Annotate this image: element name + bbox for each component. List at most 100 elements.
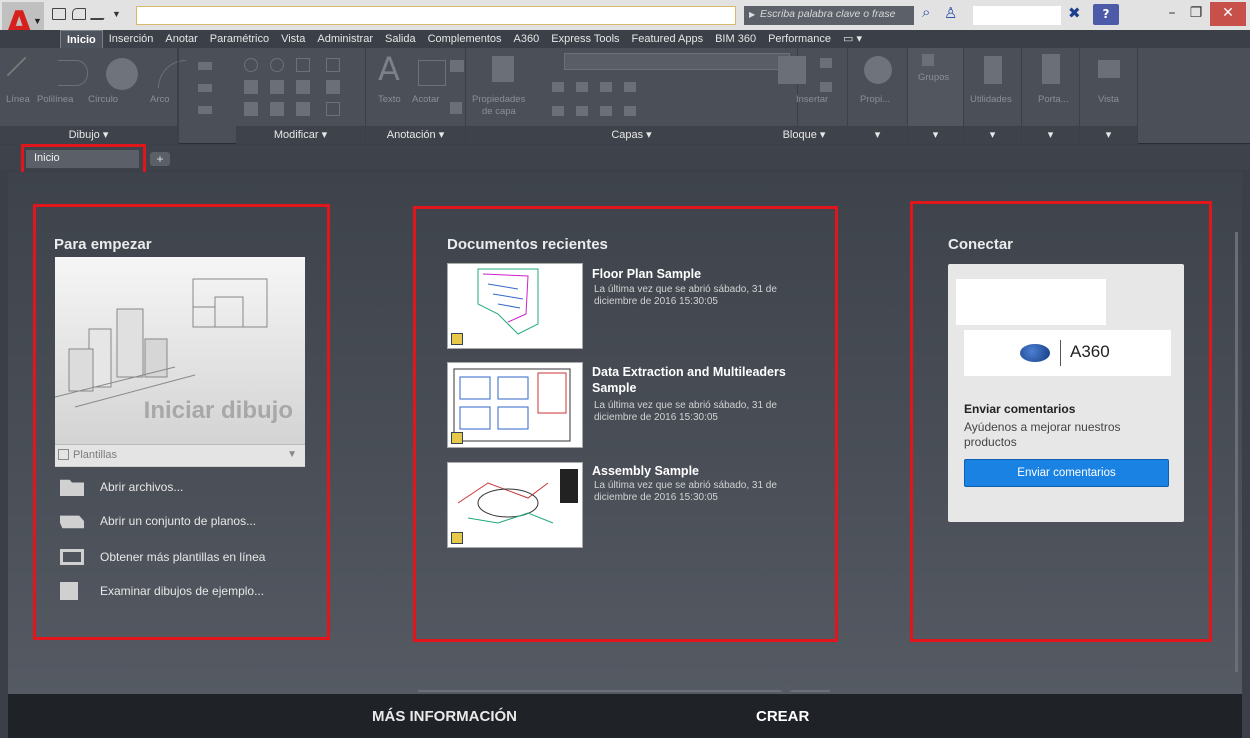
- groups-label[interactable]: Grupos: [918, 72, 949, 83]
- arc-label[interactable]: Arco: [150, 94, 170, 105]
- scale-icon[interactable]: [270, 102, 284, 116]
- recent-doc-title[interactable]: Floor Plan Sample: [592, 266, 822, 282]
- tab-parametrico[interactable]: Paramétrico: [204, 30, 275, 48]
- sign-in-field[interactable]: [973, 6, 1061, 25]
- qat-dropdown-icon[interactable]: ▼: [112, 9, 121, 19]
- dimension-icon[interactable]: [418, 60, 446, 86]
- templates-dropdown[interactable]: Plantillas ▼: [55, 444, 305, 466]
- clipboard-icon[interactable]: [1042, 54, 1060, 84]
- panel-title-grupos[interactable]: ▾: [908, 126, 963, 144]
- mirror-icon[interactable]: [270, 80, 284, 94]
- online-templates-link[interactable]: Obtener más plantillas en línea: [60, 546, 265, 568]
- user-icon[interactable]: ♙: [944, 4, 957, 22]
- clipboard-label[interactable]: Porta...: [1038, 94, 1069, 105]
- open-file-icon[interactable]: [72, 8, 86, 20]
- recent-doc-title[interactable]: Data Extraction and Multileaders Sample: [592, 364, 822, 396]
- calculator-icon[interactable]: [984, 56, 1002, 84]
- panel-options-icon[interactable]: ▭ ▾: [837, 30, 868, 48]
- tab-insercion[interactable]: Inserción: [103, 30, 160, 48]
- tab-featured-apps[interactable]: Featured Apps: [626, 30, 710, 48]
- panel-title-dibujo[interactable]: Dibujo ▾: [0, 126, 177, 144]
- view-label[interactable]: Vista: [1098, 94, 1119, 105]
- utilities-label[interactable]: Utilidades: [970, 94, 1012, 105]
- layer-dropdown[interactable]: ▼: [564, 53, 790, 70]
- binoculars-icon[interactable]: ⌕: [922, 4, 930, 21]
- panel-title-propiedades[interactable]: ▾: [848, 126, 907, 144]
- circle-label[interactable]: Círculo: [88, 94, 118, 105]
- group-icon[interactable]: [922, 54, 934, 66]
- new-tab-button[interactable]: +: [150, 152, 170, 166]
- panel-title-portapapeles[interactable]: ▾: [1022, 126, 1079, 144]
- dimension-label[interactable]: Acotar: [412, 94, 439, 105]
- stretch-icon[interactable]: [326, 58, 340, 72]
- layer-tool-icon[interactable]: [600, 82, 612, 92]
- array-icon[interactable]: [296, 102, 310, 116]
- recent-doc-thumbnail[interactable]: [447, 263, 583, 349]
- panel-title-capas[interactable]: Capas ▾: [466, 126, 797, 144]
- tab-salida[interactable]: Salida: [379, 30, 422, 48]
- table-icon[interactable]: [450, 102, 462, 114]
- layer-properties-label[interactable]: Propiedades: [472, 94, 525, 105]
- properties-label[interactable]: Propi...: [860, 94, 890, 105]
- move-icon[interactable]: [244, 58, 258, 72]
- tab-inicio[interactable]: Inicio: [60, 30, 103, 48]
- send-feedback-button[interactable]: Enviar comentarios: [964, 459, 1169, 487]
- rectangle-icon[interactable]: [198, 62, 212, 70]
- rotate-icon[interactable]: [270, 58, 284, 72]
- layer-properties-icon[interactable]: [492, 56, 514, 82]
- tab-complementos[interactable]: Complementos: [422, 30, 508, 48]
- view-icon[interactable]: [1098, 60, 1120, 78]
- properties-icon[interactable]: [864, 56, 892, 84]
- explode-icon[interactable]: [326, 80, 340, 94]
- start-drawing-card[interactable]: Iniciar dibujo: [55, 257, 305, 467]
- offset-icon[interactable]: [326, 102, 340, 116]
- tab-anotar[interactable]: Anotar: [159, 30, 203, 48]
- close-button[interactable]: ✕: [1210, 2, 1246, 26]
- start-drawing-label[interactable]: Iniciar dibujo: [144, 397, 293, 425]
- text-icon[interactable]: A: [378, 50, 400, 88]
- save-icon[interactable]: [89, 8, 109, 20]
- panel-title-modificar[interactable]: Modificar ▾: [236, 126, 365, 144]
- line-label[interactable]: Línea: [6, 94, 30, 105]
- polyline-label[interactable]: Polilínea: [37, 94, 73, 105]
- tab-performance[interactable]: Performance: [762, 30, 837, 48]
- line-icon[interactable]: [6, 56, 44, 94]
- sign-in-placeholder[interactable]: [956, 279, 1106, 325]
- tab-administrar[interactable]: Administrar: [311, 30, 379, 48]
- help-button[interactable]: ?: [1093, 4, 1119, 25]
- tab-a360[interactable]: A360: [508, 30, 546, 48]
- tab-bim-360[interactable]: BIM 360: [709, 30, 762, 48]
- search-input[interactable]: ▶ Escriba palabra clave o frase: [744, 6, 914, 25]
- learn-tab[interactable]: MÁS INFORMACIÓN: [372, 708, 517, 725]
- vertical-scrollbar[interactable]: [1235, 232, 1238, 672]
- open-files-link[interactable]: Abrir archivos...: [60, 476, 183, 498]
- recent-doc-thumbnail[interactable]: [447, 362, 583, 448]
- text-label[interactable]: Texto: [378, 94, 401, 105]
- layer-tool-icon[interactable]: [576, 82, 588, 92]
- hatch-icon[interactable]: [198, 84, 212, 92]
- recent-doc-thumbnail[interactable]: [447, 462, 583, 548]
- layer-tool-icon[interactable]: [624, 82, 636, 92]
- layer-properties-label-2[interactable]: de capa: [482, 106, 516, 117]
- tab-express-tools[interactable]: Express Tools: [545, 30, 625, 48]
- layer-tool-icon[interactable]: [624, 106, 636, 116]
- sample-drawings-link[interactable]: Examinar dibujos de ejemplo...: [60, 580, 264, 602]
- stretch2-icon[interactable]: [244, 102, 258, 116]
- restore-button[interactable]: ❐: [1184, 2, 1208, 26]
- panel-title-anotacion[interactable]: Anotación ▾: [366, 126, 465, 144]
- a360-logo[interactable]: A360: [964, 330, 1171, 376]
- exchange-apps-icon[interactable]: ✖: [1068, 4, 1081, 22]
- leader-icon[interactable]: [450, 60, 464, 72]
- panel-title-bloque[interactable]: Bloque ▾: [760, 126, 848, 144]
- panel-title-utilidades[interactable]: ▾: [964, 126, 1021, 144]
- create-tab[interactable]: CREAR: [756, 708, 809, 725]
- layer-tool-icon[interactable]: [552, 106, 564, 116]
- layer-tool-icon[interactable]: [576, 106, 588, 116]
- open-sheet-set-link[interactable]: Abrir un conjunto de planos...: [60, 510, 256, 532]
- gradient-icon[interactable]: [198, 106, 212, 114]
- trim-icon[interactable]: [296, 58, 310, 72]
- tab-vista[interactable]: Vista: [275, 30, 311, 48]
- fillet-icon[interactable]: [296, 80, 310, 94]
- copy-icon[interactable]: [244, 80, 258, 94]
- new-file-icon[interactable]: [52, 8, 66, 20]
